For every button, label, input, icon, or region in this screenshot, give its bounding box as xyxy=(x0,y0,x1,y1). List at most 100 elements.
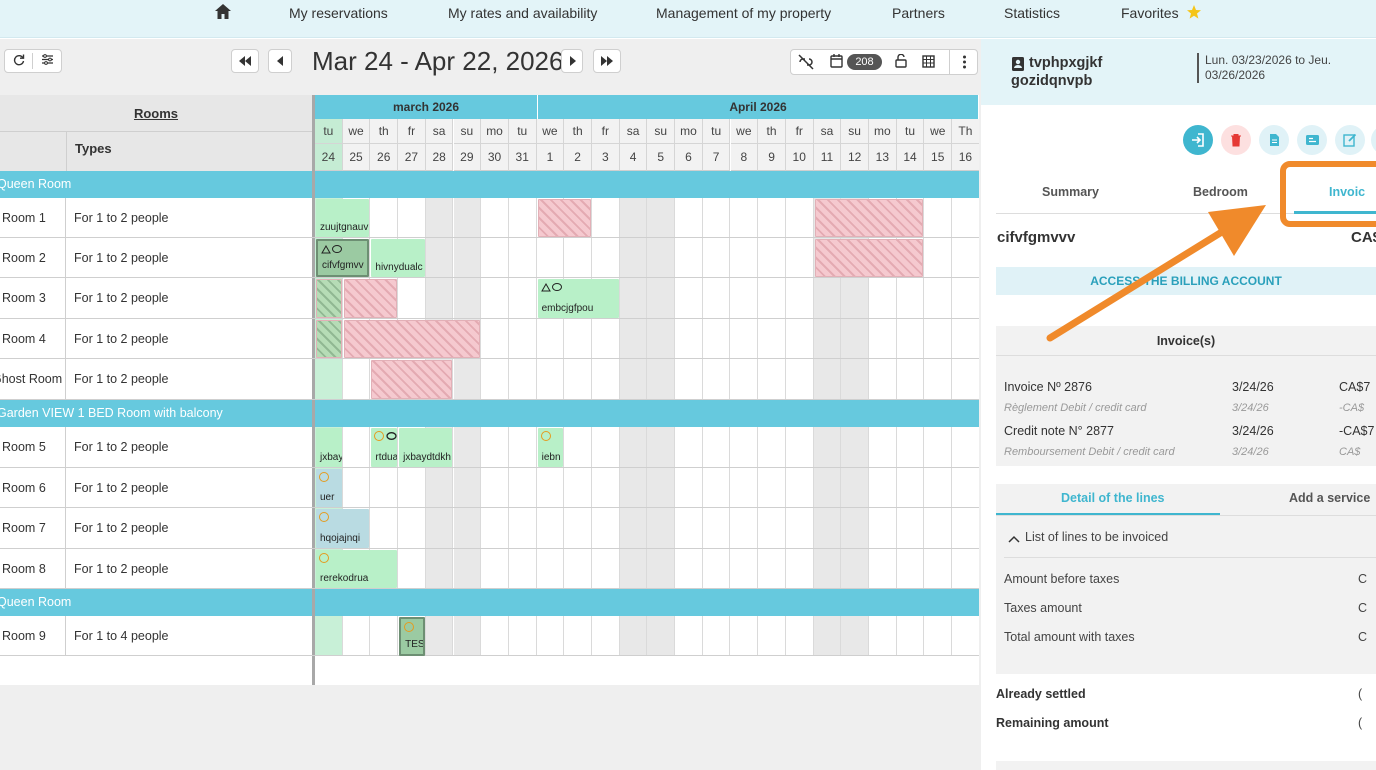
day-cell[interactable] xyxy=(647,468,676,507)
day-cell[interactable] xyxy=(924,508,953,548)
room-name[interactable]: Room 9 xyxy=(0,616,66,655)
day-cell[interactable] xyxy=(813,427,842,467)
room-name[interactable]: Ghost Room xyxy=(0,359,66,399)
nav-favorites[interactable]: Favorites xyxy=(1121,5,1179,21)
day-cell[interactable] xyxy=(592,427,620,467)
day-cell[interactable] xyxy=(509,359,537,399)
day-cell[interactable] xyxy=(731,319,759,358)
day-cell[interactable] xyxy=(786,616,814,655)
day-cell[interactable] xyxy=(786,468,814,507)
day-cell[interactable] xyxy=(813,468,842,507)
day-cell[interactable] xyxy=(647,616,676,655)
day-cell[interactable] xyxy=(924,278,953,318)
day-cell[interactable] xyxy=(481,508,509,548)
nav-statistics[interactable]: Statistics xyxy=(1004,5,1060,21)
day-cell[interactable] xyxy=(537,508,565,548)
reservation-block[interactable]: hivnydualc xyxy=(371,239,425,277)
day-cell[interactable] xyxy=(841,616,869,655)
day-cell[interactable] xyxy=(869,427,897,467)
day-cell[interactable] xyxy=(924,468,953,507)
day-cell[interactable] xyxy=(758,278,786,318)
day-cell[interactable] xyxy=(481,616,509,655)
day-cell[interactable] xyxy=(509,616,537,655)
day-cell[interactable] xyxy=(592,198,620,237)
day-cell[interactable] xyxy=(647,549,676,588)
day-cell[interactable] xyxy=(425,468,454,507)
day-cell[interactable] xyxy=(675,616,703,655)
day-cell[interactable] xyxy=(703,427,731,467)
day-cell[interactable] xyxy=(703,359,731,399)
day-cell[interactable] xyxy=(897,278,925,318)
day-cell[interactable] xyxy=(952,549,979,588)
day-cell[interactable] xyxy=(758,238,786,277)
nav-my-reservations[interactable]: My reservations xyxy=(289,5,388,21)
reservation-block[interactable]: uer xyxy=(316,469,342,507)
day-cell[interactable] xyxy=(425,238,454,277)
day-cell[interactable] xyxy=(703,319,731,358)
day-cell[interactable] xyxy=(897,468,925,507)
day-cell[interactable] xyxy=(675,319,703,358)
day-cell[interactable] xyxy=(647,238,676,277)
day-cell[interactable] xyxy=(453,549,482,588)
reservation-block[interactable]: cifvfgmvv xyxy=(316,239,370,277)
day-cell[interactable] xyxy=(675,278,703,318)
invoice-row[interactable]: Invoice Nº 2876 3/24/26 CA$7 xyxy=(1004,380,1376,396)
day-cell[interactable] xyxy=(786,508,814,548)
day-cell[interactable] xyxy=(481,278,509,318)
day-cell[interactable] xyxy=(924,359,953,399)
day-cell[interactable] xyxy=(370,468,399,507)
day-cell[interactable] xyxy=(758,319,786,358)
day-cell[interactable] xyxy=(343,359,371,399)
day-cell[interactable] xyxy=(564,616,592,655)
day-cell[interactable] xyxy=(703,616,731,655)
day-cell[interactable] xyxy=(619,278,648,318)
day-cell[interactable] xyxy=(675,359,703,399)
day-cell[interactable] xyxy=(425,508,454,548)
day-cell[interactable] xyxy=(924,427,953,467)
day-cell[interactable] xyxy=(343,616,371,655)
day-cell[interactable] xyxy=(481,468,509,507)
day-cell[interactable] xyxy=(592,549,620,588)
calendar-icon[interactable] xyxy=(830,54,843,71)
day-cell[interactable] xyxy=(619,198,648,237)
rooms-header[interactable]: Rooms xyxy=(0,95,312,132)
day-cell[interactable] xyxy=(952,319,979,358)
day-cell[interactable] xyxy=(453,198,482,237)
day-cell[interactable] xyxy=(398,468,426,507)
day-cell[interactable] xyxy=(509,427,537,467)
day-cell[interactable] xyxy=(813,319,842,358)
day-cell[interactable] xyxy=(952,468,979,507)
access-billing-button[interactable]: ACCESS THE BILLING ACCOUNT xyxy=(996,267,1376,295)
day-cell[interactable] xyxy=(592,319,620,358)
nav-rates-availability[interactable]: My rates and availability xyxy=(448,5,597,21)
id-card-button[interactable] xyxy=(1297,125,1327,155)
previous-button[interactable] xyxy=(268,49,292,73)
day-cell[interactable] xyxy=(481,198,509,237)
room-name[interactable]: Room 2 xyxy=(0,238,66,277)
day-cell[interactable] xyxy=(647,508,676,548)
day-cell[interactable] xyxy=(453,468,482,507)
day-cell[interactable] xyxy=(647,427,676,467)
grid-calendar-icon[interactable] xyxy=(922,54,935,71)
day-cell[interactable] xyxy=(564,427,592,467)
day-cell[interactable] xyxy=(537,616,565,655)
day-cell[interactable] xyxy=(675,549,703,588)
list-lines-toggle[interactable]: List of lines to be invoiced xyxy=(1025,530,1168,544)
day-cell[interactable] xyxy=(315,359,343,399)
day-cell[interactable] xyxy=(675,468,703,507)
day-cell[interactable] xyxy=(647,278,676,318)
reservation-block[interactable]: embcjgfpou xyxy=(537,279,619,318)
day-cell[interactable] xyxy=(425,278,454,318)
day-cell[interactable] xyxy=(481,549,509,588)
day-cell[interactable] xyxy=(786,427,814,467)
day-cell[interactable] xyxy=(703,508,731,548)
day-cell[interactable] xyxy=(897,319,925,358)
day-cell[interactable] xyxy=(731,198,759,237)
fast-backward-button[interactable] xyxy=(231,49,259,73)
delete-button[interactable] xyxy=(1221,125,1251,155)
day-cell[interactable] xyxy=(786,198,814,237)
day-cell[interactable] xyxy=(924,319,953,358)
day-cell[interactable] xyxy=(537,549,565,588)
day-cell[interactable] xyxy=(564,549,592,588)
day-cell[interactable] xyxy=(841,319,869,358)
